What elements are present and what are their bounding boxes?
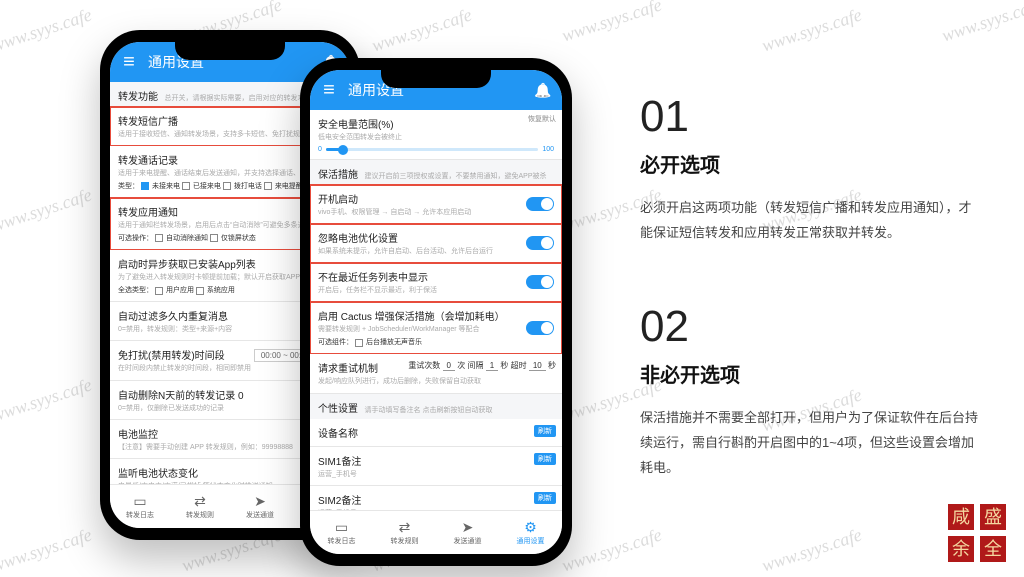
refresh-button[interactable]: 刷新 xyxy=(534,492,556,504)
bottom-nav: ▭转发日志 ⇄转发规则 ➤发送通道 ⚙通用设置 xyxy=(310,510,562,554)
seal-stamp: 咸 盛 余 全 xyxy=(948,504,1006,562)
send-icon: ➤ xyxy=(462,520,474,534)
menu-icon[interactable] xyxy=(320,81,338,99)
nav-channel[interactable]: ➤发送通道 xyxy=(230,485,290,528)
bell-icon[interactable] xyxy=(534,81,552,99)
checkbox[interactable] xyxy=(355,339,363,347)
checkbox[interactable] xyxy=(141,182,149,190)
row-hide-recent[interactable]: 不在最近任务列表中显示 开启后，任务栏不显示最近，利于保活 xyxy=(310,263,562,302)
row-retry[interactable]: 请求重试机制 发起/响应队列进行，成功后删除，失败保留自动获取 重试次数 0 次… xyxy=(310,354,562,393)
block-number: 01 xyxy=(640,95,980,139)
rules-icon: ⇄ xyxy=(194,494,206,508)
row-boot-start[interactable]: 开机启动 vivo手机、权限管理 → 自启动 → 允许本应用启动 xyxy=(310,185,562,224)
nav-settings[interactable]: ⚙通用设置 xyxy=(499,511,562,554)
toggle-switch[interactable] xyxy=(526,197,554,211)
range-slider[interactable]: 0 100 xyxy=(318,146,554,153)
send-icon: ➤ xyxy=(254,494,266,508)
row-battery-range[interactable]: 安全电量范围(%) 低电安全范围转发会被终止 恢复默认 0 100 xyxy=(310,110,562,160)
screen-content: 安全电量范围(%) 低电安全范围转发会被终止 恢复默认 0 100 保活措施 建… xyxy=(310,110,562,510)
phone-notch xyxy=(175,42,285,60)
phone-mockup-right: 通用设置 安全电量范围(%) 低电安全范围转发会被终止 恢复默认 0 100 保… xyxy=(300,58,572,566)
block-body: 必须开启这两项功能（转发短信广播和转发应用通知），才能保证短信转发和应用转发正常… xyxy=(640,196,980,245)
section-keepalive: 保活措施 建议开启前三项授权或设置，不要禁用通知，避免APP被杀 xyxy=(310,160,562,185)
checkbox[interactable] xyxy=(223,182,231,190)
nav-rules[interactable]: ⇄转发规则 xyxy=(170,485,230,528)
refresh-button[interactable]: 刷新 xyxy=(534,425,556,437)
block-number: 02 xyxy=(640,305,980,349)
row-ignore-battery-opt[interactable]: 忽略电池优化设置 如果系统未提示，允许自启动、后台活动、允许后台运行 xyxy=(310,224,562,263)
explain-block-2: 02 非必开选项 保活措施并不需要全部打开，但用户为了保证软件在后台持续运行，需… xyxy=(640,305,980,480)
nav-rules[interactable]: ⇄转发规则 xyxy=(373,511,436,554)
checkbox[interactable] xyxy=(196,287,204,295)
block-headline: 必开选项 xyxy=(640,149,980,178)
phone-notch xyxy=(381,70,491,88)
row-cactus[interactable]: 启用 Cactus 增强保活措施（会增加耗电） 需要转发规则 + JobSche… xyxy=(310,302,562,354)
row-device-name[interactable]: 设备名称 刷新 xyxy=(310,419,562,447)
checkbox[interactable] xyxy=(182,182,190,190)
refresh-button[interactable]: 刷新 xyxy=(534,453,556,465)
toggle-switch[interactable] xyxy=(526,321,554,335)
nav-channel[interactable]: ➤发送通道 xyxy=(436,511,499,554)
checkbox[interactable] xyxy=(210,234,218,242)
nav-log[interactable]: ▭转发日志 xyxy=(310,511,373,554)
row-sim2[interactable]: SIM2备注 运营_手机号 刷新 xyxy=(310,486,562,510)
explain-block-1: 01 必开选项 必须开启这两项功能（转发短信广播和转发应用通知），才能保证短信转… xyxy=(640,95,980,245)
gear-icon: ⚙ xyxy=(524,520,537,534)
block-headline: 非必开选项 xyxy=(640,359,980,388)
menu-icon[interactable] xyxy=(120,53,138,71)
checkbox[interactable] xyxy=(155,287,163,295)
nav-log[interactable]: ▭转发日志 xyxy=(110,485,170,528)
toggle-switch[interactable] xyxy=(526,275,554,289)
log-icon: ▭ xyxy=(335,520,348,534)
explanation-panel: 01 必开选项 必须开启这两项功能（转发短信广播和转发应用通知），才能保证短信转… xyxy=(640,95,980,540)
log-icon: ▭ xyxy=(133,494,146,508)
checkbox[interactable] xyxy=(264,182,272,190)
row-sim1[interactable]: SIM1备注 运营_手机号 刷新 xyxy=(310,447,562,486)
block-body: 保活措施并不需要全部打开，但用户为了保证软件在后台持续运行，需自行斟酌开启图中的… xyxy=(640,406,980,480)
reset-link[interactable]: 恢复默认 xyxy=(528,114,556,124)
rules-icon: ⇄ xyxy=(399,520,411,534)
section-personal: 个性设置 请手动填写备注名 点击刷新按钮自动获取 xyxy=(310,394,562,419)
checkbox[interactable] xyxy=(155,234,163,242)
toggle-switch[interactable] xyxy=(526,236,554,250)
